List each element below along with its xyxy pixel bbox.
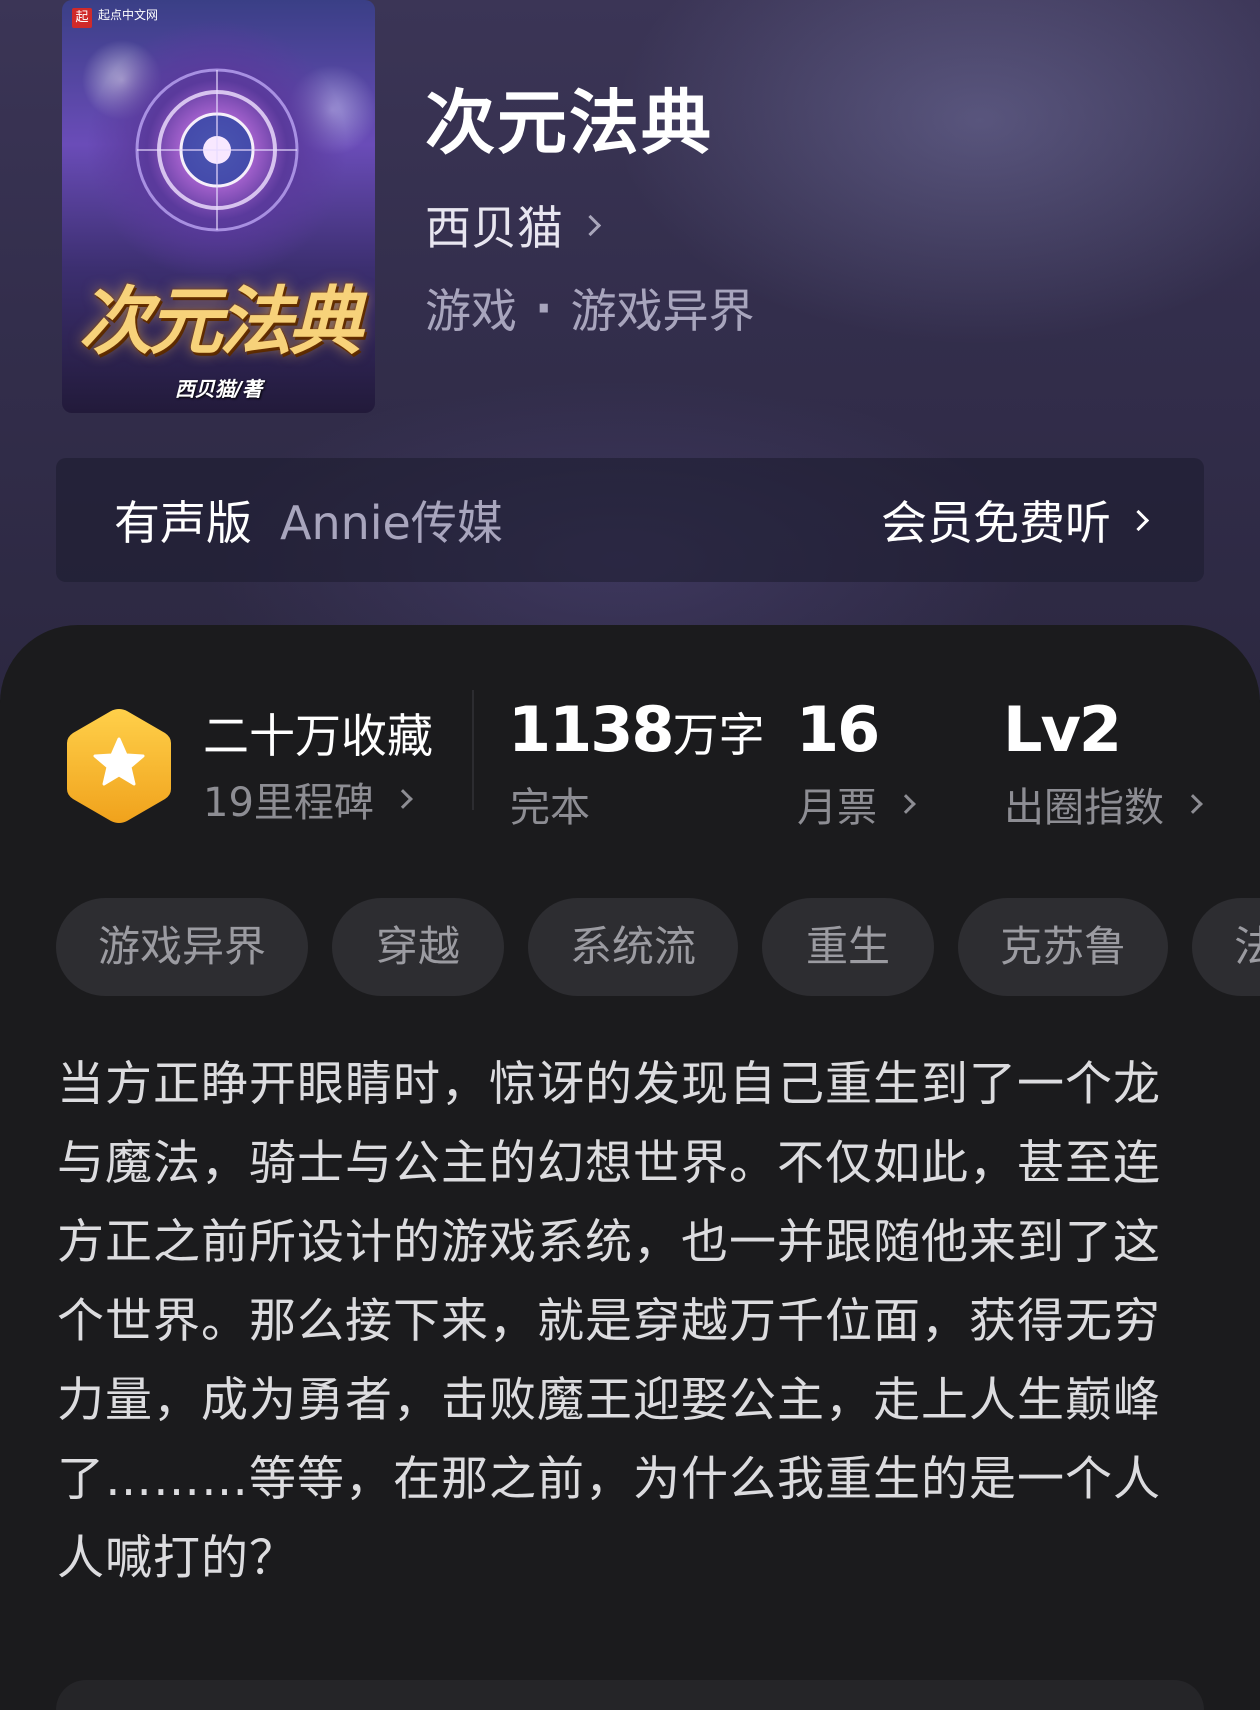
genre-sub[interactable]: 游戏异界	[570, 275, 754, 341]
cover-art-icon	[135, 68, 299, 232]
free-listen-label: 会员免费听	[881, 496, 1111, 550]
audio-producer: Annie传媒	[280, 496, 503, 550]
cover-author-text: 西贝猫/著	[174, 377, 263, 401]
book-cover[interactable]: 起 起点中文网 次元法典 西贝猫/著	[62, 0, 375, 413]
genre-info: 游戏 · 游戏异界	[425, 275, 754, 341]
chevron-right-icon	[579, 214, 602, 236]
genre-main[interactable]: 游戏	[425, 275, 517, 341]
author-name: 西贝猫	[425, 201, 563, 255]
tag-chip[interactable]: 穿越	[332, 898, 505, 996]
milestone-count: 19里程碑	[203, 780, 374, 826]
star-badge-icon[interactable]	[63, 705, 175, 827]
influence-level: Lv2	[1003, 693, 1122, 766]
word-count-value: 1138	[508, 693, 675, 766]
stats-divider	[472, 690, 474, 810]
word-count: 1138万字	[508, 690, 765, 775]
milestone-link[interactable]: 19里程碑	[203, 770, 413, 828]
chevron-right-icon	[896, 794, 916, 814]
book-synopsis: 当方正睁开眼睛时，惊讶的发现自己重生到了一个龙与魔法，骑士与公主的幻想世界。不仅…	[57, 1057, 1161, 1586]
chevron-right-icon	[393, 789, 413, 809]
monthly-ticket-count: 16	[796, 693, 880, 766]
influence-index-label: 出圈指数	[1004, 785, 1164, 831]
tag-chip[interactable]: 法师	[1192, 898, 1260, 996]
tag-chip[interactable]: 重生	[762, 898, 935, 996]
monthly-ticket-link[interactable]: 月票	[797, 775, 916, 833]
cover-publisher-logo: 起	[72, 8, 92, 28]
tag-list: 游戏异界穿越系统流重生克苏鲁法师	[56, 898, 1260, 998]
free-listen-button[interactable]: 会员免费听	[881, 487, 1150, 553]
influence-index-link[interactable]: 出圈指数	[1004, 775, 1203, 833]
tag-chip[interactable]: 系统流	[528, 898, 739, 996]
author-link[interactable]: 西贝猫	[425, 195, 602, 255]
completion-status: 完本	[510, 775, 590, 833]
tag-chip[interactable]: 克苏鲁	[958, 898, 1169, 996]
word-count-unit: 万字	[672, 708, 765, 762]
audio-version-label: 有声版	[114, 496, 252, 550]
chevron-right-icon	[1183, 794, 1203, 814]
next-card-edge	[56, 1680, 1204, 1710]
chevron-right-icon	[1127, 509, 1150, 531]
cover-publisher-name: 起点中文网	[98, 8, 159, 22]
completion-status-label: 完本	[510, 785, 590, 831]
monthly-ticket-label: 月票	[797, 785, 877, 831]
audio-version-bar[interactable]: 有声版 Annie传媒 会员免费听	[56, 458, 1204, 582]
tag-chip[interactable]: 游戏异界	[56, 898, 309, 996]
book-title: 次元法典	[425, 81, 713, 164]
cover-title-art: 次元法典	[78, 279, 363, 365]
collection-milestone-title[interactable]: 二十万收藏	[203, 700, 433, 766]
genre-separator: ·	[535, 281, 553, 335]
